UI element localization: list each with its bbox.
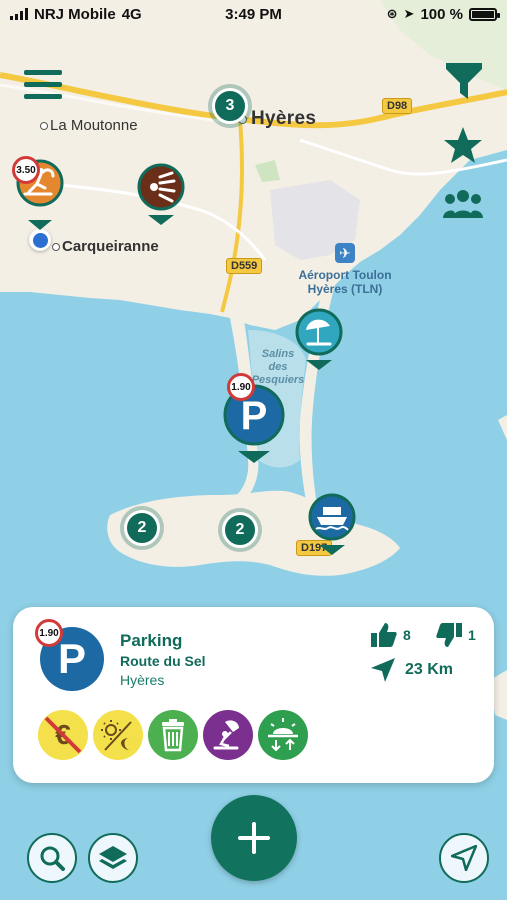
menu-button[interactable]	[22, 66, 64, 102]
poi-info-card[interactable]: P 1.90 Parking Route du Sel Hyères 8 1 2…	[13, 607, 494, 783]
battery-icon	[469, 7, 500, 21]
like-count: 8	[403, 627, 411, 643]
day-night-icon	[93, 710, 143, 760]
card-title: Parking	[120, 631, 183, 650]
rotation-lock-icon: ⊛	[386, 6, 398, 21]
navigation-arrow-icon	[451, 845, 477, 871]
add-poi-button[interactable]	[211, 795, 297, 881]
price-badge: 3.50	[12, 156, 40, 184]
viewpoint-icon	[137, 163, 185, 225]
distance-info: 23 Km	[371, 658, 453, 682]
locate-me-button[interactable]	[439, 833, 489, 883]
price-badge: 1.90	[227, 373, 255, 401]
thumbs-up-icon	[371, 623, 397, 647]
thumbs-down-icon	[436, 623, 462, 647]
filter-button[interactable]	[444, 62, 484, 102]
location-services-icon: ➤	[403, 6, 415, 21]
poi-kitesurf-marker[interactable]: 3.50	[12, 156, 65, 245]
kitesurf-spot-icon	[203, 710, 253, 760]
navigation-arrow-icon	[371, 658, 395, 682]
price-badge: 1.90	[35, 619, 63, 647]
road-tag-d559: D559	[226, 258, 263, 274]
favorites-button[interactable]	[443, 125, 483, 165]
card-subtitle: Route du Sel	[120, 653, 206, 669]
dislike-button[interactable]: 1	[436, 623, 476, 647]
plus-icon	[238, 822, 270, 854]
status-bar: NRJ Mobile 4G 3:49 PM ⊛ ➤ 100 %	[0, 0, 507, 28]
poi-ferry-marker[interactable]	[306, 493, 358, 570]
airport-icon: ✈	[335, 243, 355, 263]
place-dot-icon	[40, 122, 48, 130]
map-cluster-marker[interactable]: 2	[222, 512, 258, 548]
ferry-icon	[308, 493, 356, 555]
layers-button[interactable]	[88, 833, 138, 883]
poi-parking-marker[interactable]: P 1.90	[222, 373, 286, 476]
dislike-count: 1	[468, 627, 476, 643]
clock: 3:49 PM	[225, 5, 282, 23]
map-label-hyeres: Hyères	[238, 108, 316, 130]
map-label-carqueiranne: Carqueiranne	[52, 238, 159, 255]
like-button[interactable]: 8	[371, 623, 411, 647]
beach-umbrella-icon	[295, 308, 343, 370]
star-icon	[444, 127, 482, 163]
distance-value: 23 Km	[405, 661, 454, 678]
search-icon	[40, 846, 65, 871]
battery-fill	[472, 10, 494, 18]
battery-percent: 100 %	[420, 5, 463, 23]
trash-bin-icon	[148, 710, 198, 760]
card-city: Hyères	[120, 672, 165, 688]
map-label-airport: Aéroport Toulon Hyères (TLN)	[298, 268, 392, 296]
layers-icon	[99, 846, 127, 869]
map-cluster-marker[interactable]: 3	[212, 88, 248, 124]
filter-icon	[446, 63, 482, 99]
poi-beach-marker[interactable]	[294, 308, 344, 385]
menu-icon	[24, 70, 62, 99]
poi-viewpoint-marker[interactable]	[136, 163, 186, 240]
sunset-tide-icon	[258, 710, 308, 760]
users-icon	[443, 190, 483, 218]
community-button[interactable]	[442, 186, 484, 222]
road-tag-d98: D98	[382, 98, 413, 114]
map-label-la-moutonne: La Moutonne	[40, 117, 138, 134]
map-cluster-marker[interactable]: 2	[124, 510, 160, 546]
search-button[interactable]	[27, 833, 77, 883]
paid-feature-icon: €	[38, 710, 88, 760]
svg-text:P: P	[241, 394, 268, 438]
